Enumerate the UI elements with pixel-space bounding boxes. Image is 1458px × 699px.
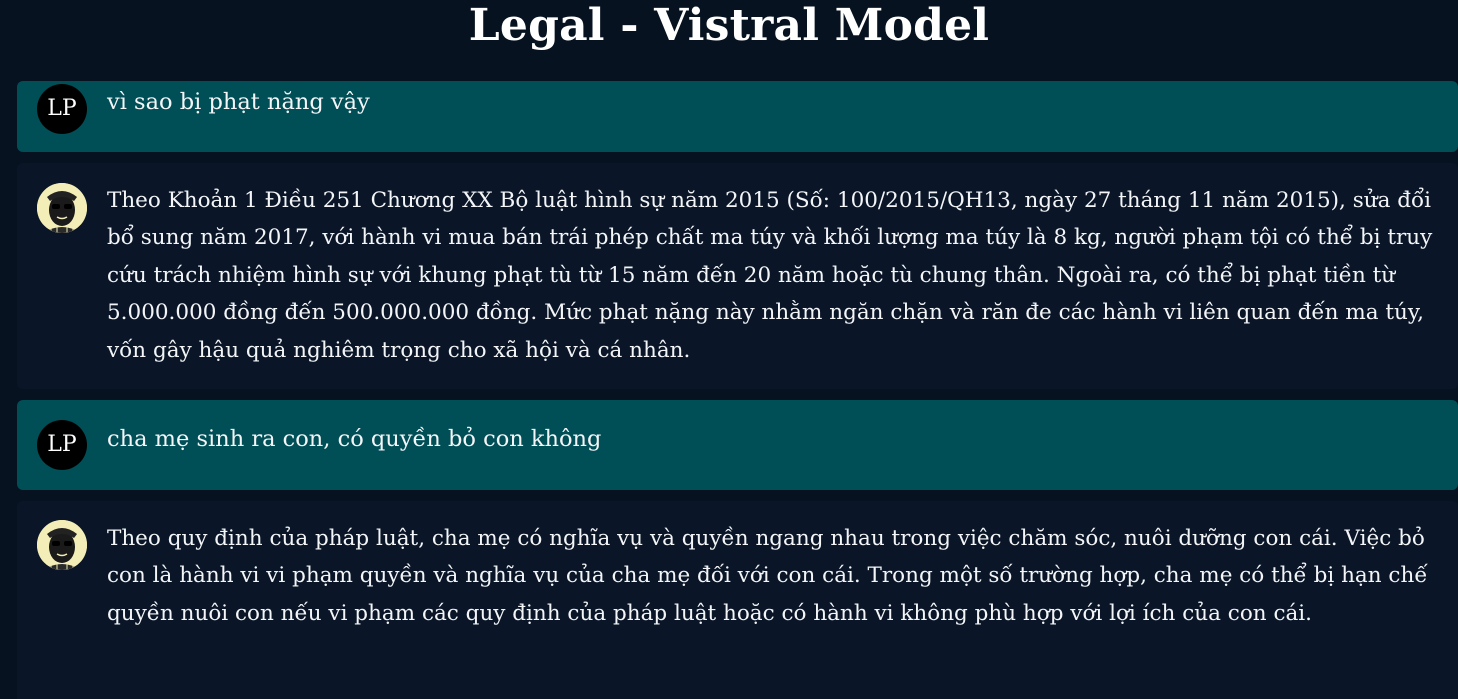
bot-avatar-image	[37, 183, 87, 233]
user-message-text: vì sao bị phạt nặng vậy	[107, 89, 370, 115]
bot-avatar-icon	[37, 183, 87, 233]
page-title: Legal - Vistral Model	[468, 0, 990, 51]
bot-avatar-image	[37, 520, 87, 570]
assistant-message-text: Theo quy định của pháp luật, cha mẹ có n…	[107, 526, 1428, 626]
user-message: LP vì sao bị phạt nặng vậy	[17, 81, 1458, 152]
user-message-text: cha mẹ sinh ra con, có quyền bỏ con khôn…	[107, 426, 602, 452]
user-avatar: LP	[37, 84, 87, 134]
user-avatar: LP	[37, 420, 87, 470]
assistant-message: Theo quy định của pháp luật, cha mẹ có n…	[17, 501, 1458, 699]
bot-avatar-icon	[37, 520, 87, 570]
assistant-message: Theo Khoản 1 Điều 251 Chương XX Bộ luật …	[17, 163, 1458, 389]
user-message: LP cha mẹ sinh ra con, có quyền bỏ con k…	[17, 400, 1458, 490]
assistant-message-text: Theo Khoản 1 Điều 251 Chương XX Bộ luật …	[107, 188, 1433, 363]
chat-app: Legal - Vistral Model LP vì sao bị phạt …	[0, 0, 1458, 699]
